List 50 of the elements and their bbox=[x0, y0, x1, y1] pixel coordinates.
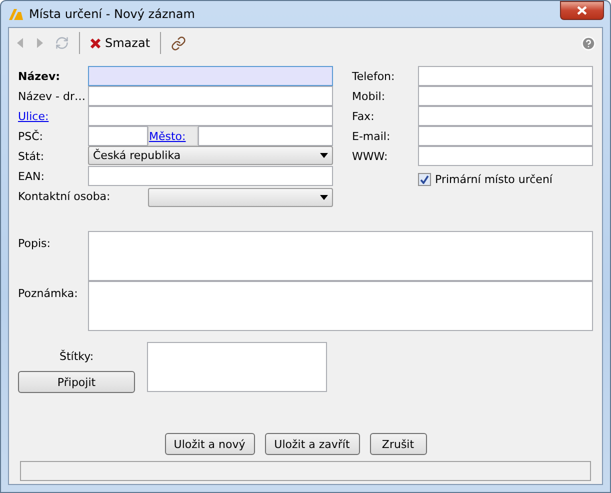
dialog-button[interactable]: Zrušit bbox=[370, 433, 426, 455]
text-field[interactable] bbox=[88, 106, 333, 126]
caret-icon bbox=[320, 153, 328, 158]
field-label: EAN: bbox=[18, 170, 46, 182]
help-icon[interactable] bbox=[581, 36, 596, 50]
primary-checkbox[interactable]: Primární místo určení bbox=[418, 172, 593, 186]
text-area[interactable] bbox=[88, 231, 593, 281]
contact-dropdown[interactable] bbox=[148, 188, 333, 206]
delete-button[interactable]: Smazat bbox=[88, 34, 152, 52]
field-label: Fax: bbox=[352, 110, 376, 122]
field-label: Název - dr… bbox=[18, 90, 86, 102]
link-button[interactable] bbox=[169, 34, 188, 52]
field-label: Mobil: bbox=[352, 90, 386, 102]
app-logo-icon bbox=[9, 8, 23, 20]
text-field[interactable] bbox=[418, 86, 593, 106]
dialog-button[interactable]: Uložit a nový bbox=[164, 433, 254, 455]
field-label: Štítky: bbox=[59, 350, 94, 363]
field-label[interactable]: Ulice: bbox=[18, 110, 88, 122]
text-field[interactable] bbox=[88, 66, 333, 86]
field-label: Kontaktní osoba: bbox=[18, 190, 110, 202]
close-button[interactable] bbox=[560, 0, 604, 20]
window-title: Místa určení - Nový záznam bbox=[29, 7, 196, 21]
text-field[interactable] bbox=[88, 166, 333, 186]
text-field[interactable] bbox=[418, 106, 593, 126]
country-dropdown[interactable]: Česká republika bbox=[88, 146, 333, 165]
field-label: Název: bbox=[18, 70, 62, 82]
field-label: Poznámka: bbox=[18, 286, 79, 302]
dialog-button[interactable]: Uložit a zavřít bbox=[264, 433, 360, 455]
text-field[interactable] bbox=[418, 146, 593, 166]
field-label: WWW: bbox=[352, 150, 389, 162]
attach-button[interactable]: Připojit bbox=[18, 371, 135, 393]
field-label: Popis: bbox=[18, 236, 52, 252]
caret-icon bbox=[320, 194, 328, 200]
field-label: E-mail: bbox=[352, 130, 392, 142]
left-arrow-icon bbox=[17, 38, 24, 48]
text-area[interactable] bbox=[88, 281, 593, 331]
text-field[interactable] bbox=[418, 126, 593, 146]
check-icon bbox=[420, 174, 429, 184]
cross-icon bbox=[90, 38, 101, 48]
field-label: Telefon: bbox=[352, 70, 396, 82]
text-field[interactable] bbox=[418, 66, 593, 86]
right-arrow-icon bbox=[36, 38, 43, 48]
field-label: Stát: bbox=[18, 150, 46, 162]
close-icon bbox=[577, 6, 587, 14]
field-label: PSČ: bbox=[18, 130, 44, 142]
city-link[interactable]: Město: bbox=[148, 126, 198, 146]
postal-code-field[interactable] bbox=[88, 126, 148, 146]
tags-box[interactable] bbox=[147, 342, 327, 392]
text-field[interactable] bbox=[88, 86, 333, 106]
city-field[interactable] bbox=[198, 126, 333, 146]
